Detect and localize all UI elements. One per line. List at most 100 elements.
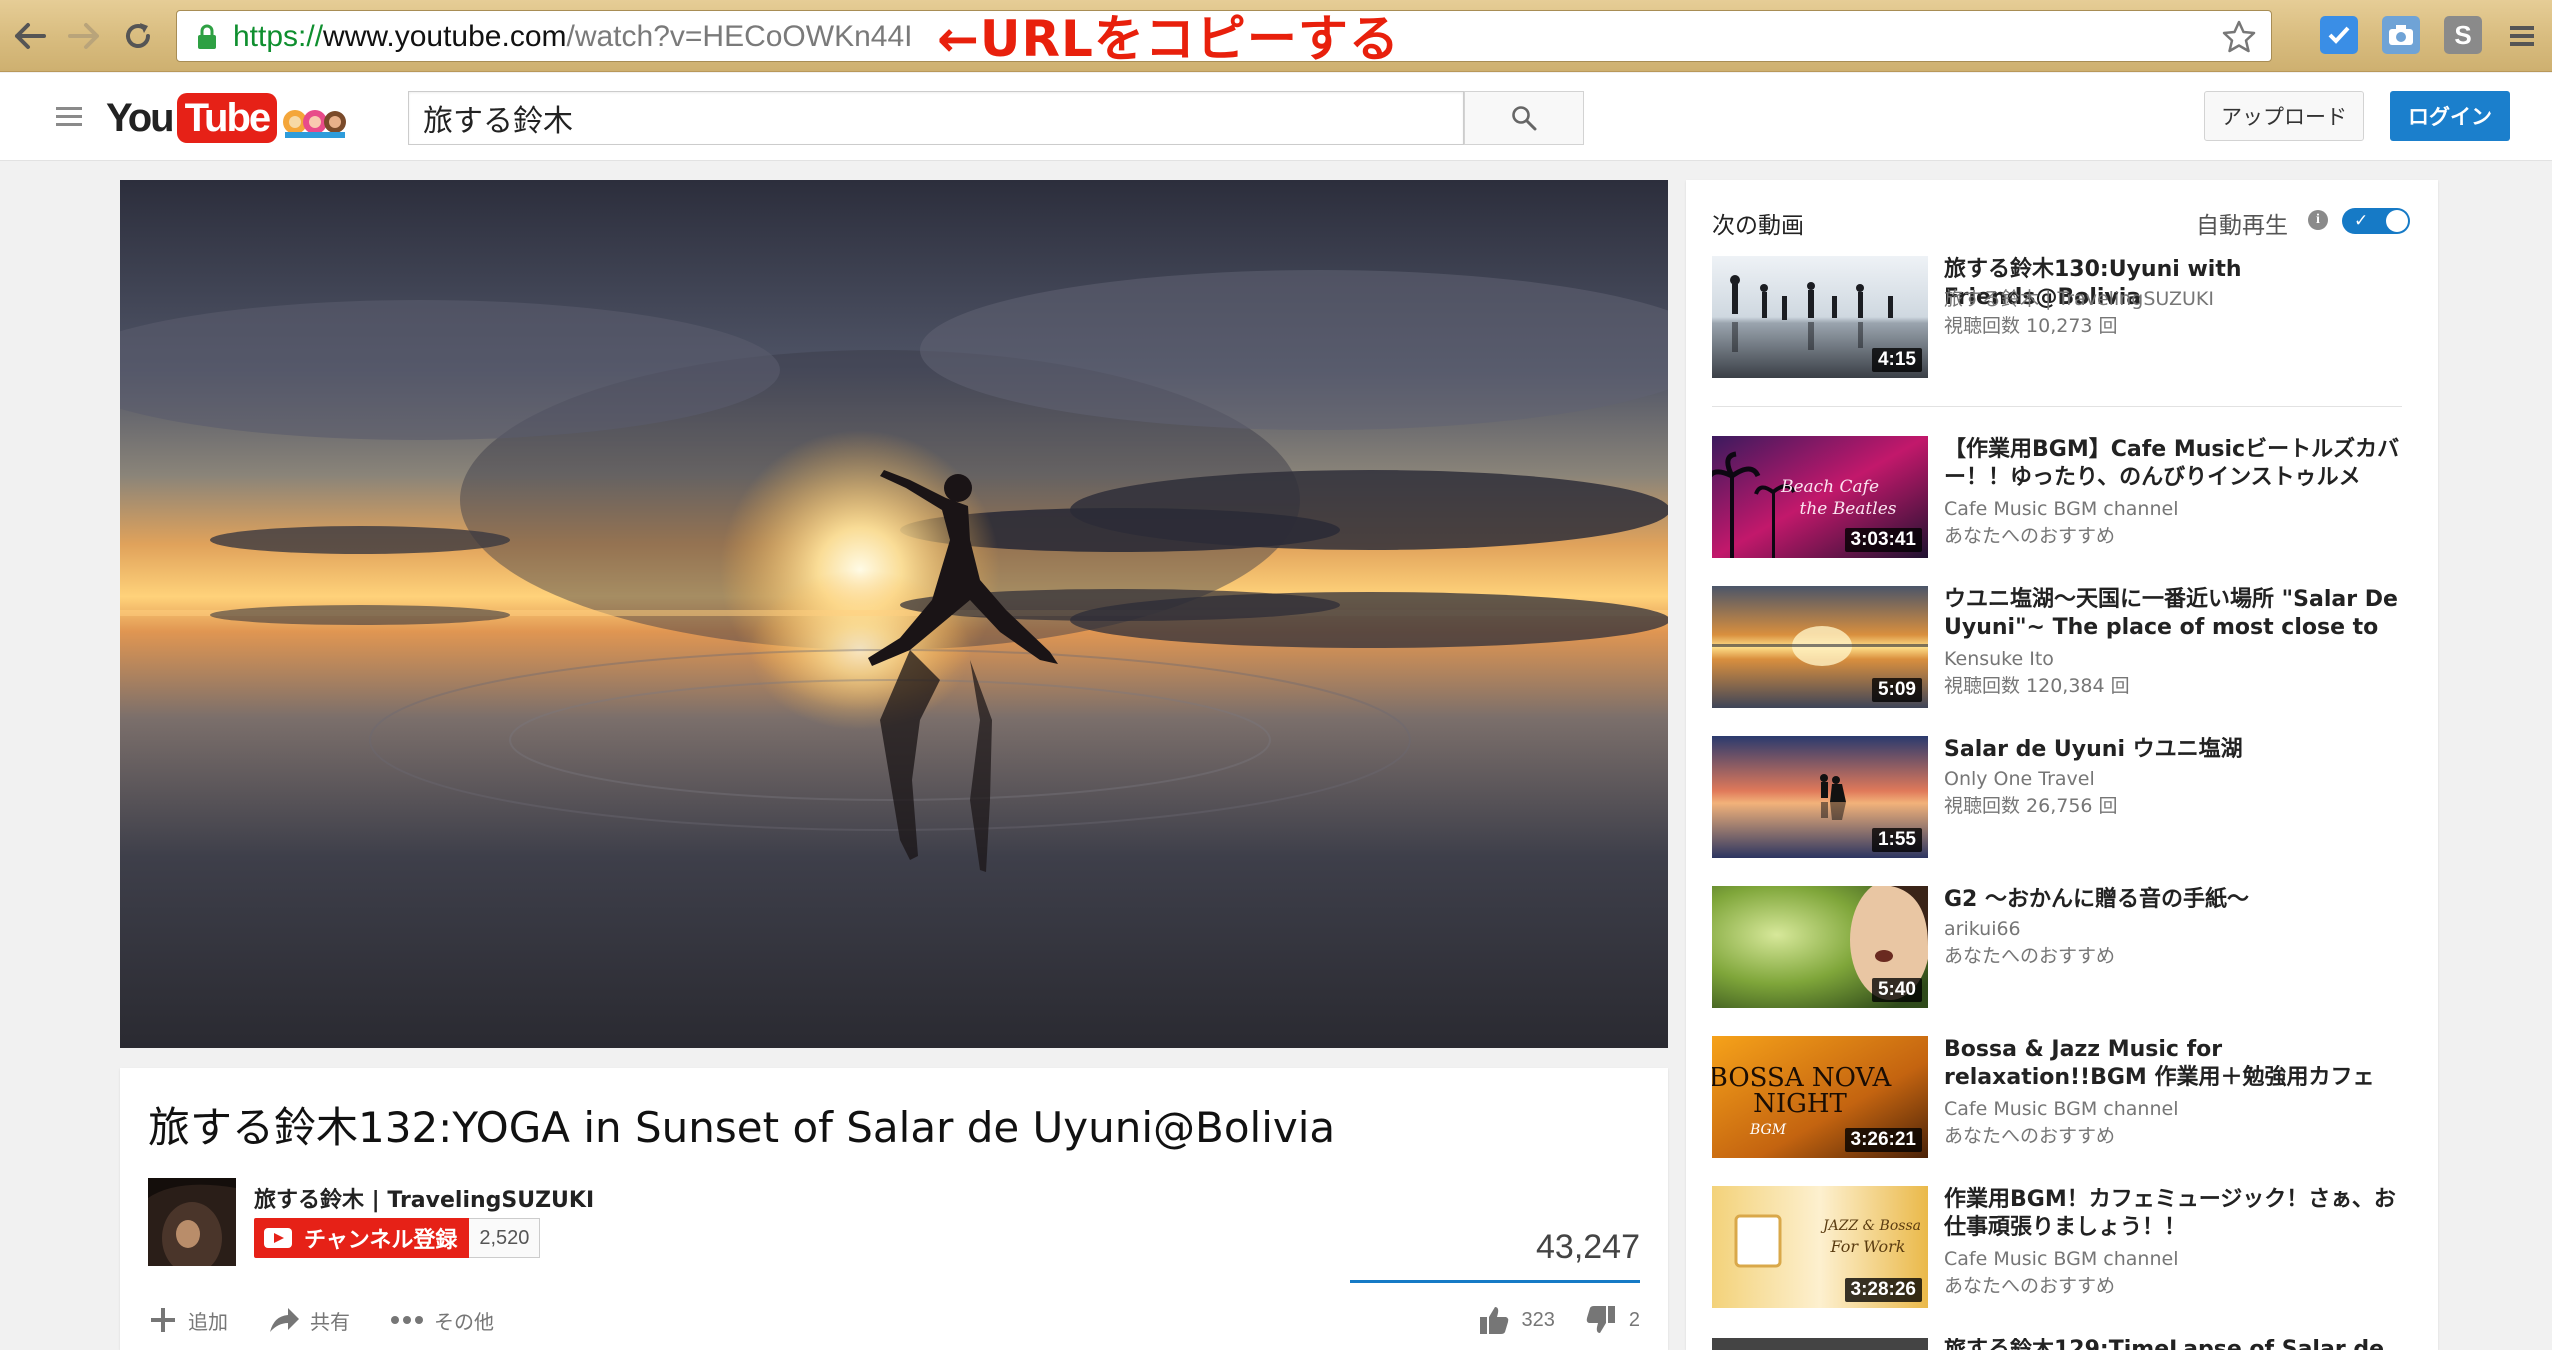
subscribe-label-wrap[interactable]: チャンネル登録 [254, 1218, 470, 1258]
browser-toolbar: https://www.youtube.com/watch?v=HECoOWKn… [0, 0, 2552, 72]
more-label: その他 [434, 1309, 494, 1334]
related-title[interactable]: Salar de Uyuni ウユニ塩湖 [1944, 736, 2414, 764]
thumb-text: BGM [1749, 1122, 1787, 1138]
duration-badge: 3:03:41 [1844, 528, 1922, 552]
search-button[interactable] [1464, 91, 1584, 145]
related-video-item[interactable]: Beach Cafe the Beatles 3:03:41 【作業用BGM】Ca… [1712, 436, 2412, 562]
view-count: 43,247 [1536, 1228, 1640, 1266]
thumb-text: the Beatles [1800, 499, 1897, 519]
related-title[interactable]: 【作業用BGM】Cafe Musicビートルズカバー！！ゆったり、のんびりインス… [1944, 436, 2414, 492]
related-title[interactable]: 作業用BGM！カフェミュージック！さぁ、お仕事頑張りましょう！！ [1944, 1186, 2414, 1242]
address-url: https://www.youtube.com/watch?v=HECoOWKn… [233, 19, 912, 55]
channel-name[interactable]: 旅する鈴木 | TravelingSUZUKI [254, 1182, 594, 1214]
duration-badge: 5:40 [1871, 978, 1922, 1002]
related-video-item[interactable]: 5:09 ウユニ塩湖～天国に一番近い場所 "Salar De Uyuni"~ T… [1712, 586, 2412, 712]
sentiment-bar [1350, 1280, 1640, 1283]
video-thumbnail[interactable]: 5:09 [1712, 586, 1928, 708]
duration-badge: 3:28:26 [1844, 1278, 1922, 1302]
forward-button[interactable] [62, 14, 106, 58]
login-button[interactable]: ログイン [2390, 91, 2510, 141]
youtube-logo[interactable]: You Tube [106, 91, 347, 145]
channel-avatar[interactable] [148, 1178, 236, 1266]
subscriber-count: 2,520 [469, 1218, 541, 1258]
like-count: 323 [1521, 1308, 1555, 1331]
related-channel: arikui66 [1944, 918, 2021, 940]
video-thumbnail[interactable]: BOSSA NOVA NIGHT BGM 3:26:21 [1712, 1036, 1928, 1158]
guide-menu-icon[interactable] [56, 107, 82, 127]
thumbs-down-icon[interactable] [1585, 1304, 1617, 1336]
related-video-item[interactable]: BOSSA NOVA NIGHT BGM 3:26:21 Bossa & Jazz … [1712, 1036, 2412, 1162]
up-next-label: 次の動画 [1712, 213, 1804, 239]
related-meta: あなたへのおすすめ [1944, 1275, 2116, 1297]
related-title[interactable]: 旅する鈴木129:TimeLapse of Salar de [1944, 1338, 2412, 1350]
info-icon[interactable]: i [2308, 210, 2328, 230]
video-thumbnail[interactable]: 4:15 [1712, 256, 1928, 378]
related-meta: あなたへのおすすめ [1944, 945, 2116, 967]
plus-icon [151, 1308, 175, 1332]
extension-check-icon[interactable] [2320, 16, 2358, 54]
action-bar: 追加 共有 その他 [148, 1300, 494, 1340]
duration-badge: 3:26:21 [1844, 1128, 1922, 1152]
menu-icon [2510, 26, 2534, 46]
related-video-item-partial[interactable]: 旅する鈴木129:TimeLapse of Salar de [1712, 1338, 2412, 1350]
bookmark-star-icon[interactable] [2221, 19, 2257, 55]
extension-camera-icon[interactable] [2382, 16, 2420, 54]
add-to-button[interactable]: 追加 [148, 1305, 228, 1335]
video-thumbnail[interactable]: Beach Cafe the Beatles 3:03:41 [1712, 436, 1928, 558]
video-thumbnail[interactable]: JAZZ & Bossa For Work 3:28:26 [1712, 1186, 1928, 1308]
autoplay-label: 自動再生 [2196, 213, 2288, 239]
extension-s-icon[interactable]: S [2444, 16, 2482, 54]
thumb-text: Beach Cafe [1780, 477, 1879, 497]
video-thumbnail[interactable]: 5:40 [1712, 886, 1928, 1008]
lock-icon [198, 24, 216, 49]
related-channel: Cafe Music BGM channel [1944, 1248, 2179, 1270]
share-button[interactable]: 共有 [268, 1306, 350, 1335]
video-info-card: 旅する鈴木132:YOGA in Sunset of Salar de Uyun… [120, 1068, 1668, 1350]
back-button[interactable] [8, 14, 52, 58]
thumbs-up-icon[interactable] [1478, 1304, 1510, 1336]
related-channel: 旅する鈴木 | TravelingSUZUKI [1944, 288, 2214, 310]
logo-tube-text: Tube [176, 93, 278, 143]
thumb-text: NIGHT [1753, 1089, 1847, 1119]
duration-badge: 1:55 [1871, 828, 1922, 852]
duration-badge: 4:15 [1871, 348, 1922, 372]
search-icon [1512, 106, 1537, 131]
related-meta: あなたへのおすすめ [1944, 1125, 2116, 1147]
related-video-item[interactable]: 4:15 旅する鈴木130:Uyuni with Friends@Bolivia… [1712, 256, 2412, 382]
check-icon: ✓ [2354, 211, 2369, 230]
divider [1712, 406, 2402, 407]
related-video-item[interactable]: JAZZ & Bossa For Work 3:28:26 作業用BGM！カフェミ… [1712, 1186, 2412, 1312]
related-video-item[interactable]: 1:55 Salar de Uyuni ウユニ塩湖 Only One Trave… [1712, 736, 2412, 862]
related-title[interactable]: Bossa & Jazz Music for relaxation!!BGM 作… [1944, 1036, 2414, 1092]
related-title[interactable]: G2 ～おかんに贈る音の手紙～ [1944, 886, 2414, 914]
reload-button[interactable] [116, 14, 160, 58]
related-title[interactable]: ウユニ塩湖～天国に一番近い場所 "Salar De Uyuni"~ The pl… [1944, 586, 2414, 642]
video-frame-image [120, 180, 1668, 1048]
more-button[interactable]: その他 [390, 1306, 494, 1335]
related-video-item[interactable]: 5:40 G2 ～おかんに贈る音の手紙～ arikui66 あなたへのおすすめ [1712, 886, 2412, 1012]
more-dots-icon [391, 1316, 423, 1324]
back-arrow-icon [15, 23, 46, 49]
related-meta: 視聴回数 26,756 回 [1944, 795, 2118, 817]
video-thumbnail[interactable] [1712, 1338, 1928, 1350]
search-input[interactable] [409, 92, 1463, 144]
video-title: 旅する鈴木132:YOGA in Sunset of Salar de Uyun… [148, 1103, 1336, 1152]
youtube-masthead: You Tube アップロード ログイン [0, 73, 2552, 161]
related-meta: 視聴回数 10,273 回 [1944, 315, 2118, 337]
autoplay-toggle[interactable]: ✓ [2342, 208, 2410, 234]
subscribe-button[interactable]: チャンネル登録 2,520 [254, 1218, 541, 1258]
url-scheme: https:// [233, 20, 324, 53]
check-icon [2328, 26, 2350, 44]
search-box[interactable] [408, 91, 1464, 145]
video-thumbnail[interactable]: 1:55 [1712, 736, 1928, 858]
upload-button[interactable]: アップロード [2204, 91, 2364, 141]
related-channel: Only One Travel [1944, 768, 2095, 790]
video-player[interactable] [120, 180, 1668, 1048]
related-channel: Kensuke Ito [1944, 648, 2054, 670]
address-bar[interactable]: https://www.youtube.com/watch?v=HECoOWKn… [176, 10, 2272, 65]
related-channel: Cafe Music BGM channel [1944, 1098, 2179, 1120]
browser-menu-button[interactable] [2500, 14, 2544, 58]
share-arrow-icon [270, 1308, 299, 1332]
related-meta: 視聴回数 120,384 回 [1944, 675, 2130, 697]
rating-bar: 323 2 [1478, 1300, 1640, 1340]
